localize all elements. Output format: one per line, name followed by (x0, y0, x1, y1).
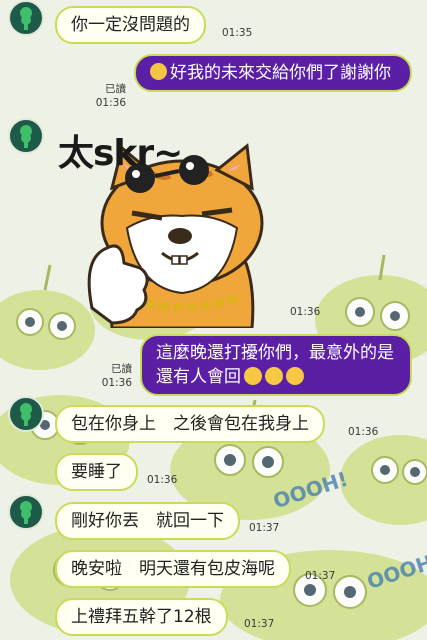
read-label: 已讀 (111, 363, 132, 375)
read-receipt: 已讀 01:36 (96, 362, 132, 390)
laughing-emoji-icon (244, 367, 262, 385)
contact-avatar[interactable] (8, 494, 44, 530)
message-time: 01:37 (249, 522, 280, 534)
message-bubble[interactable]: 剛好你丟 就回一下 (55, 502, 240, 540)
laughing-emoji-icon (265, 367, 283, 385)
read-receipt: 已讀 01:36 (86, 82, 126, 110)
message-bubble[interactable]: 包在你身上 之後會包在我身上 (55, 405, 325, 443)
message-time: 01:36 (290, 306, 321, 318)
laughing-emoji-icon (286, 367, 304, 385)
message-bubble[interactable]: 要睡了 (55, 453, 138, 491)
message-time: 01:37 (305, 570, 336, 582)
pleading-face-emoji-icon (150, 63, 167, 80)
read-label: 已讀 (105, 83, 126, 95)
message-time: 01:36 (348, 426, 379, 438)
message-time: 01:36 (95, 97, 126, 109)
message-time: 01:35 (222, 27, 253, 39)
message-time: 01:37 (244, 618, 275, 630)
sticker-caption: 太skr~ (58, 133, 183, 174)
message-time: 01:36 (147, 474, 178, 486)
message-text: 好我的未來交給你們了謝謝你 (170, 63, 391, 83)
message-bubble[interactable]: 好我的未來交給你們了謝謝你 (134, 54, 412, 92)
message-bubble[interactable]: 晚安啦 明天還有包皮海呢 (55, 550, 291, 588)
contact-avatar[interactable] (8, 0, 44, 36)
message-bubble[interactable]: 你一定沒問題的 (55, 6, 206, 44)
contact-avatar[interactable] (8, 396, 44, 432)
message-bubble[interactable]: 這麼晚還打擾你們，最意外的是還有人會回 (140, 334, 412, 396)
contact-avatar[interactable] (8, 118, 44, 154)
message-time: 01:36 (101, 377, 132, 389)
message-bubble[interactable]: 上禮拜五幹了12根 (55, 598, 228, 636)
